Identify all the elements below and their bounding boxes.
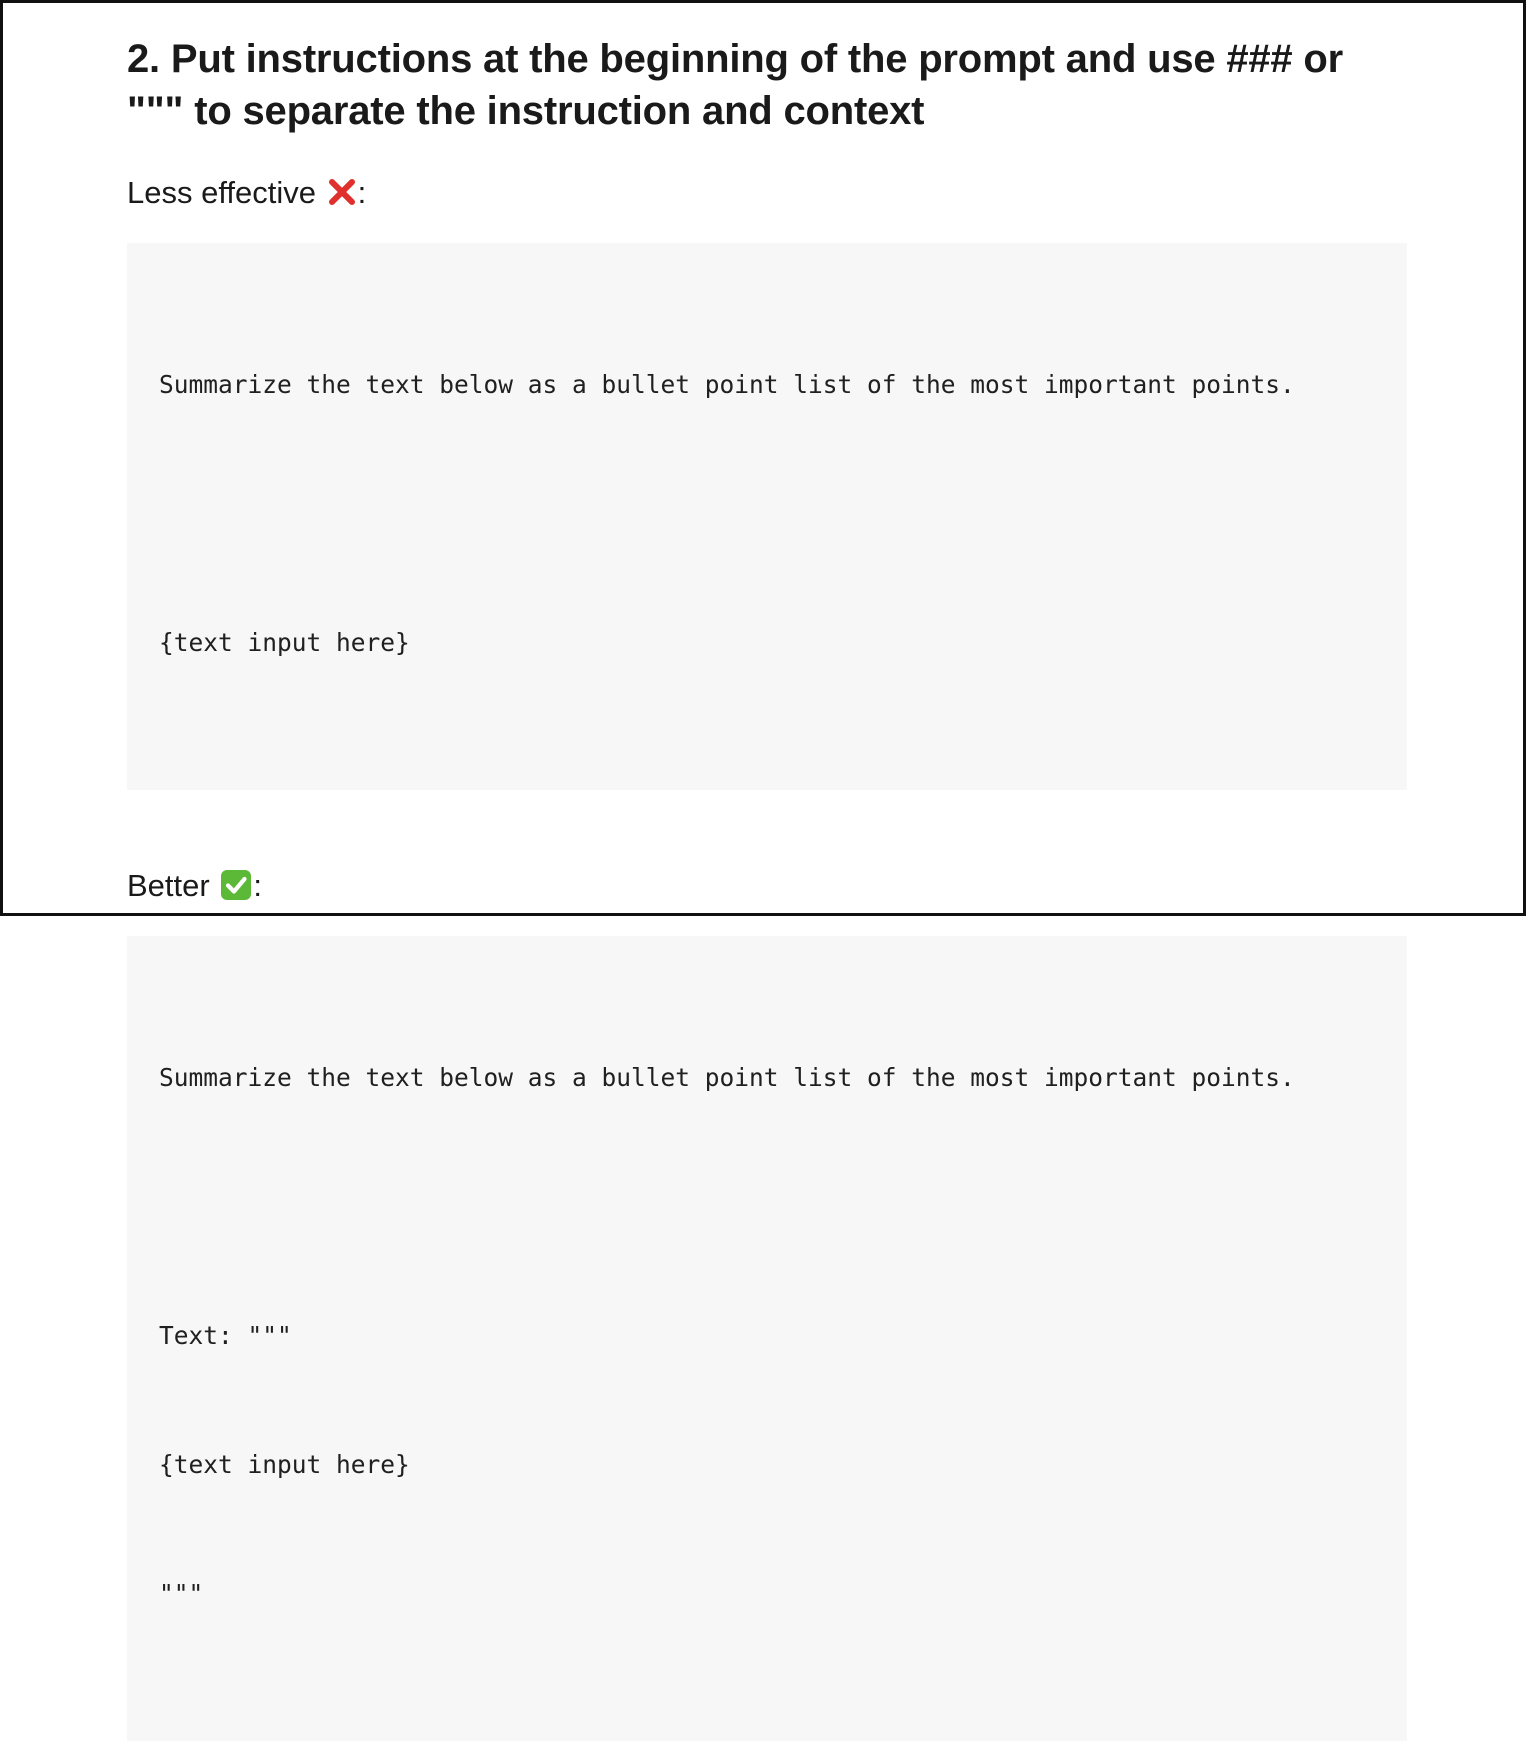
code-line: Summarize the text below as a bullet poi… — [159, 370, 1295, 399]
better-text: Better — [127, 868, 210, 903]
code-line: """ — [159, 1579, 204, 1608]
section-heading: 2. Put instructions at the beginning of … — [127, 37, 1343, 133]
less-effective-label: Less effective : — [127, 173, 1407, 213]
less-effective-text: Less effective — [127, 175, 316, 210]
better-code-block: Summarize the text below as a bullet poi… — [127, 936, 1407, 1741]
article-content: 2. Put instructions at the beginning of … — [127, 33, 1407, 1741]
better-label: Better : — [127, 866, 1407, 906]
less-effective-colon: : — [357, 175, 367, 210]
better-colon: : — [253, 868, 262, 903]
code-line: Summarize the text below as a bullet poi… — [159, 1063, 1295, 1092]
check-mark-button-icon — [221, 870, 252, 900]
less-effective-code-block: Summarize the text below as a bullet poi… — [127, 243, 1407, 790]
code-line: {text input here} — [159, 1450, 410, 1479]
code-line: Text: """ — [159, 1321, 292, 1350]
page-frame: 2. Put instructions at the beginning of … — [0, 0, 1526, 1741]
code-line: {text input here} — [159, 628, 410, 657]
cross-mark-icon — [328, 179, 355, 205]
